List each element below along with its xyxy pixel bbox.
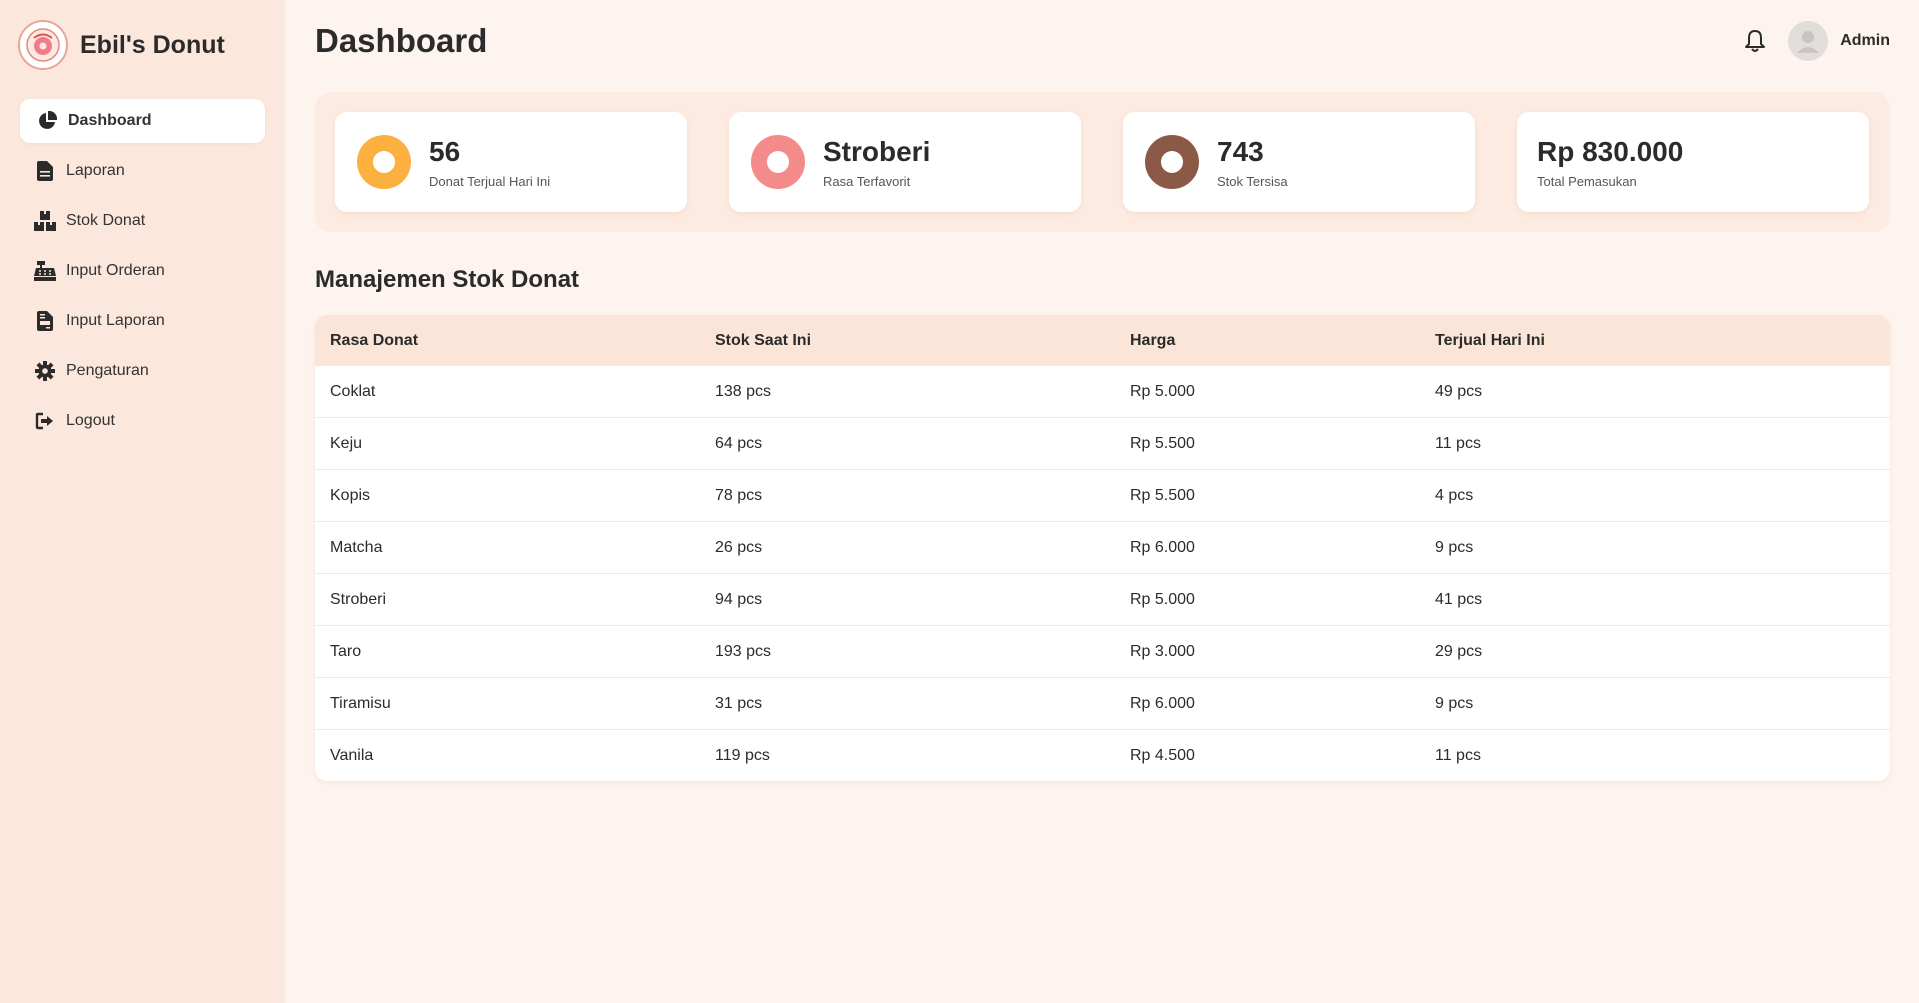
logout-icon (34, 410, 56, 432)
table-cell: Rp 5.500 (1115, 469, 1420, 522)
section-title: Manajemen Stok Donat (315, 266, 580, 293)
stats-panel: 56 Donat Terjual Hari Ini Stroberi Rasa … (315, 92, 1890, 232)
brand-title: Ebil's Donut (80, 30, 225, 59)
table-cell: 11 pcs (1435, 746, 1481, 764)
table-row: Vanila 119 pcs Rp 4.500 11 pcs (315, 730, 1890, 782)
page-title: Dashboard (315, 22, 488, 59)
table-cell: Keju (315, 417, 700, 470)
sidebar-item-pengaturan[interactable]: Pengaturan (20, 349, 265, 393)
table-cell: Rp 4.500 (1130, 746, 1195, 764)
brand: Ebil's Donut (18, 19, 225, 71)
table-cell: Kopis (315, 469, 700, 522)
stat-label: Donat Terjual Hari Ini (429, 173, 551, 189)
table-cell: 119 pcs (715, 746, 770, 764)
table-cell: 138 pcs (700, 366, 1115, 418)
stat-label: Stok Tersisa (1217, 173, 1288, 189)
table-cell: 78 pcs (700, 469, 1115, 522)
user-name[interactable]: Admin (1840, 32, 1890, 50)
table-cell: 49 pcs (1420, 366, 1890, 418)
column-header: Terjual Hari Ini (1420, 315, 1890, 366)
table-row: Kopis 78 pcs Rp 5.500 4 pcs (315, 469, 1890, 522)
stat-label: Rasa Terfavorit (823, 173, 911, 189)
sidebar-item-stok-donat[interactable]: Stok Donat (20, 199, 265, 243)
sidebar-item-logout[interactable]: Logout (20, 399, 265, 443)
table-header-row: Rasa Donat Stok Saat Ini Harga Terjual H… (315, 315, 1890, 366)
stat-card-total-income: Rp 830.000 Total Pemasukan (1517, 112, 1869, 212)
stat-card-favorite-flavor: Stroberi Rasa Terfavorit (729, 112, 1081, 212)
table-row: Coklat 138 pcs Rp 5.000 49 pcs (315, 366, 1890, 418)
column-header: Harga (1115, 315, 1420, 366)
table-cell: 94 pcs (700, 573, 1115, 626)
table-row: Stroberi 94 pcs Rp 5.000 41 pcs (315, 573, 1890, 626)
donut-icon (357, 135, 411, 189)
stat-card-stock-left: 743 Stok Tersisa (1123, 112, 1475, 212)
table-row: Taro 193 pcs Rp 3.000 29 pcs (315, 625, 1890, 678)
avatar[interactable] (1788, 21, 1829, 61)
stat-label: Total Pemasukan (1537, 173, 1637, 189)
table-cell: Rp 5.000 (1115, 573, 1420, 626)
stat-value: Rp 830.000 (1537, 135, 1684, 167)
stat-card-sold-today: 56 Donat Terjual Hari Ini (335, 112, 687, 212)
table-cell: 9 pcs (1420, 521, 1890, 574)
table-cell: Rp 6.000 (1115, 521, 1420, 574)
table-cell: Coklat (315, 366, 700, 418)
sidebar-item-laporan[interactable]: Laporan (20, 149, 265, 193)
column-header: Stok Saat Ini (700, 315, 1115, 366)
table-cell: 26 pcs (700, 521, 1115, 574)
sidebar-item-label: Input Orderan (66, 262, 165, 279)
table-cell: 41 pcs (1420, 573, 1890, 626)
donut-icon (751, 135, 805, 189)
stat-value: Stroberi (823, 135, 931, 167)
sidebar-item-label: Laporan (66, 162, 125, 179)
donut-logo-icon (18, 20, 68, 70)
table-cell: Rp 5.500 (1115, 417, 1420, 470)
sidebar-item-input-laporan[interactable]: Input Laporan (20, 299, 265, 343)
sidebar-nav: Dashboard Laporan Stok Donat Input Order… (20, 99, 265, 449)
table-cell: 11 pcs (1420, 417, 1890, 470)
file-invoice-icon (34, 310, 56, 332)
boxes-icon (34, 210, 56, 232)
table-cell: Rp 5.000 (1115, 366, 1420, 418)
gear-icon (34, 360, 56, 382)
pie-chart-icon (36, 110, 58, 132)
sidebar-item-label: Pengaturan (66, 362, 149, 379)
cash-register-icon (34, 260, 56, 282)
sidebar-item-label: Logout (66, 412, 115, 429)
table-cell: 9 pcs (1420, 677, 1890, 730)
document-icon (34, 160, 56, 182)
column-header: Rasa Donat (315, 315, 700, 366)
sidebar-item-label: Dashboard (68, 112, 152, 129)
sidebar-item-input-orderan[interactable]: Input Orderan (20, 249, 265, 293)
donut-icon (1145, 135, 1199, 189)
sidebar-item-label: Input Laporan (66, 312, 165, 329)
table-cell: Stroberi (315, 573, 700, 626)
table-cell: Rp 6.000 (1115, 677, 1420, 730)
topbar-right: Admin (1740, 21, 1890, 61)
table-cell: Tiramisu (315, 677, 700, 730)
table-row: Tiramisu 31 pcs Rp 6.000 9 pcs (315, 677, 1890, 730)
table-cell: 31 pcs (700, 677, 1115, 730)
table-cell: Taro (315, 625, 700, 678)
table-row: Matcha 26 pcs Rp 6.000 9 pcs (315, 521, 1890, 574)
table-cell: 193 pcs (700, 625, 1115, 678)
table-cell: 4 pcs (1420, 469, 1890, 522)
sidebar-item-label: Stok Donat (66, 212, 146, 229)
stock-table: Rasa Donat Stok Saat Ini Harga Terjual H… (315, 315, 1890, 781)
table-cell: Vanila (330, 746, 374, 764)
stat-value: 743 (1217, 135, 1264, 167)
stat-value: 56 (429, 135, 461, 167)
table-cell: 64 pcs (700, 417, 1115, 470)
sidebar: Ebil's Donut Dashboard Laporan Stok Dona… (0, 0, 285, 1003)
table-row: Keju 64 pcs Rp 5.500 11 pcs (315, 417, 1890, 470)
table-cell: Rp 3.000 (1115, 625, 1420, 678)
main-content: Dashboard Admin 56 Donat Terjual Hari In… (285, 0, 1919, 1003)
table-cell: 29 pcs (1420, 625, 1890, 678)
table-cell: Matcha (315, 521, 700, 574)
sidebar-item-dashboard[interactable]: Dashboard (20, 99, 265, 143)
bell-icon[interactable] (1740, 26, 1770, 56)
